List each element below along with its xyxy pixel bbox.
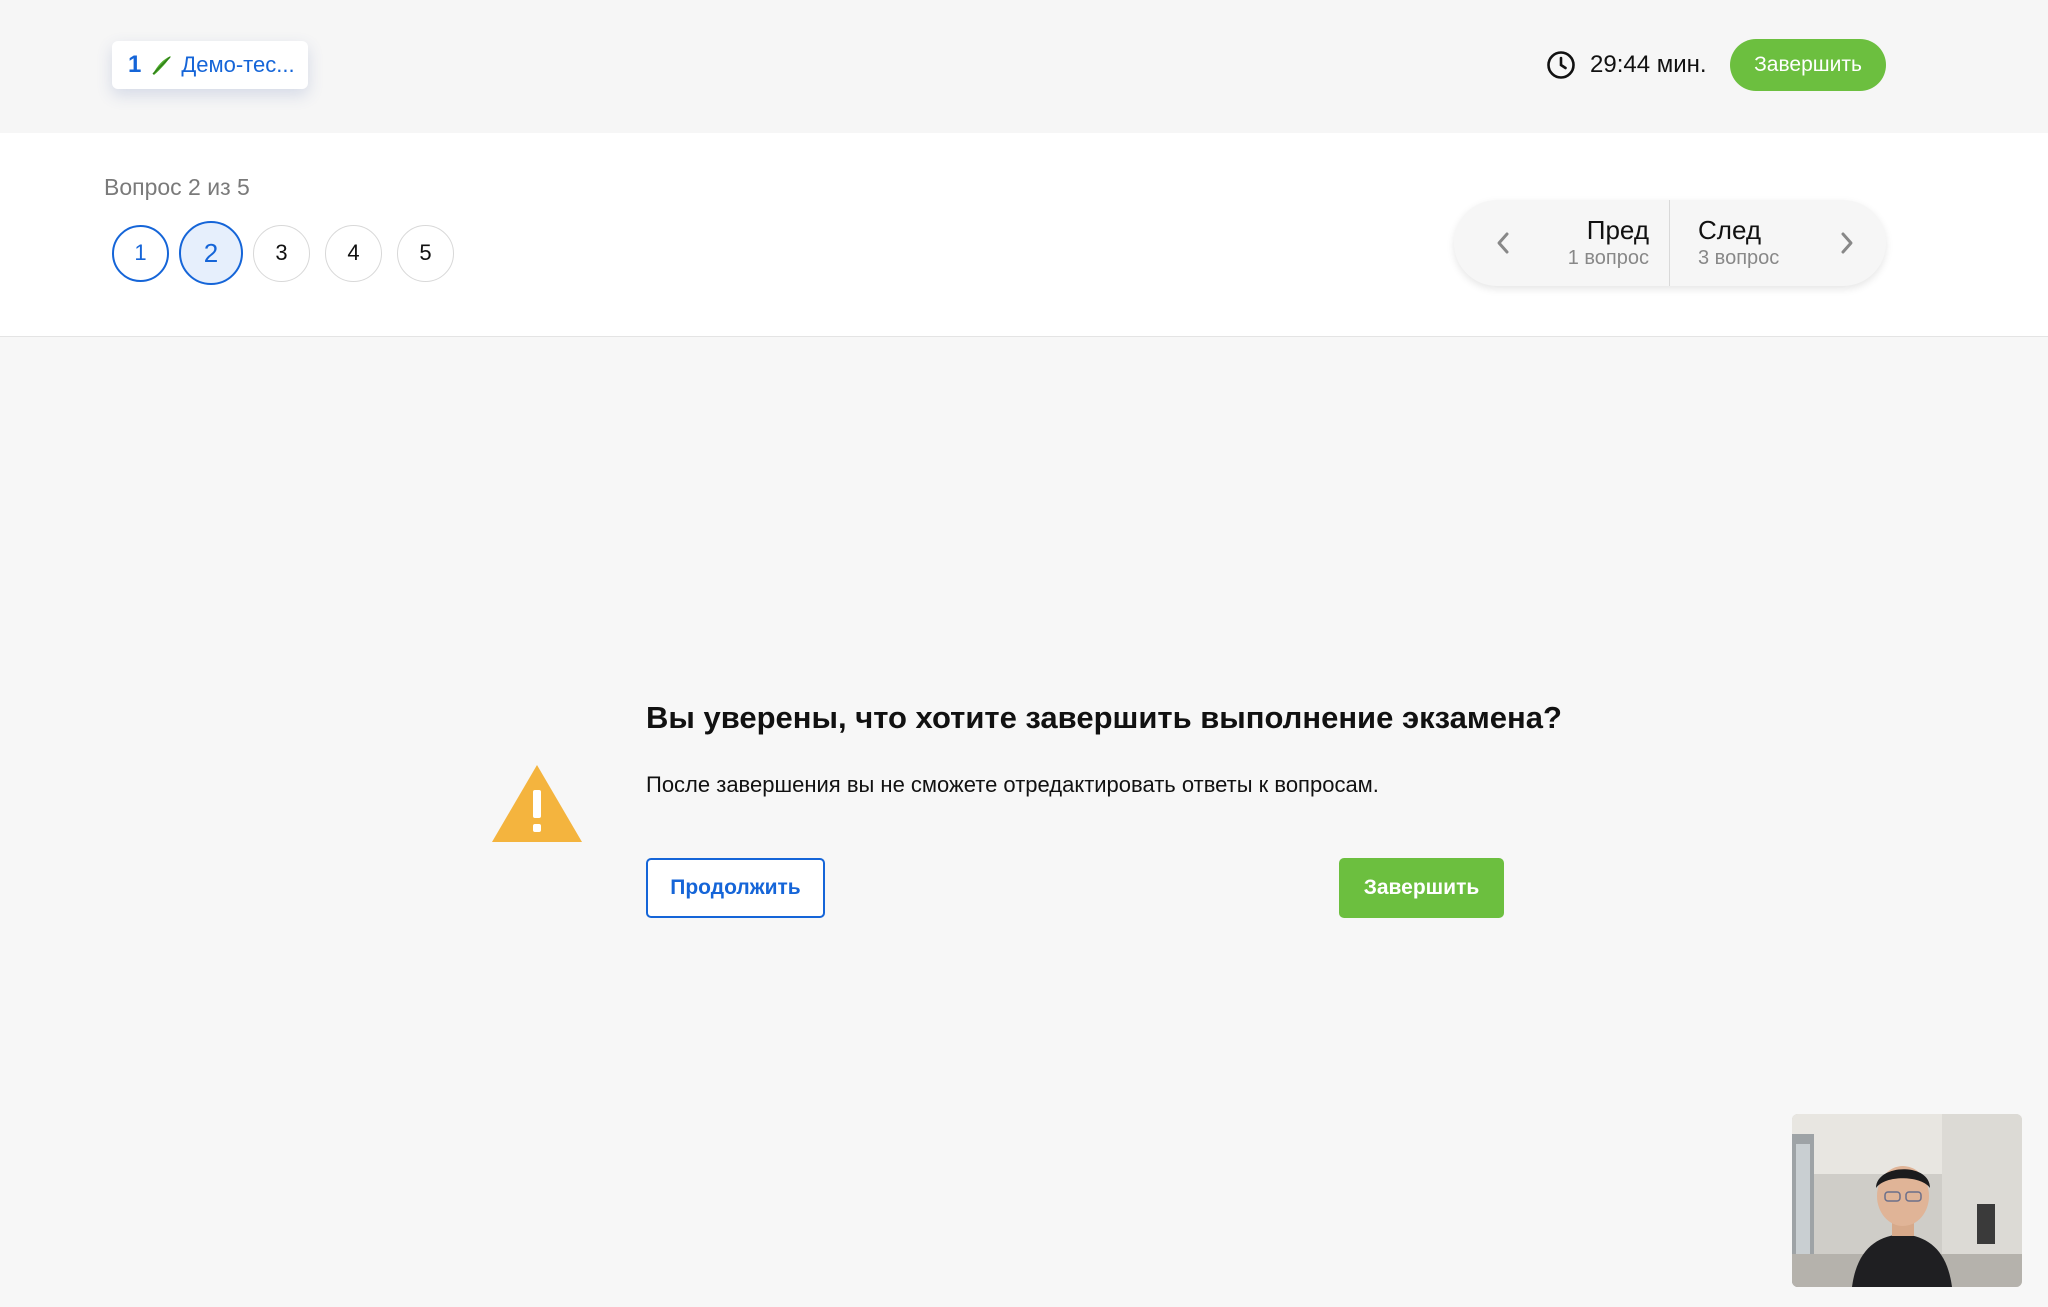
next-sublabel: 3 вопрос [1698, 247, 1780, 269]
continue-button[interactable]: Продолжить [646, 858, 825, 918]
exam-tab-title: Демо-тес... [181, 52, 295, 77]
prev-label: Пред [1586, 215, 1649, 245]
finish-button-top[interactable]: Завершить [1730, 39, 1886, 91]
next-question-button[interactable]: След 3 вопрос [1670, 200, 1886, 286]
leaf-icon [151, 54, 173, 76]
top-bar: 1 Демо-тес... 29:44 мин. Завершить [0, 0, 2048, 133]
question-button-4[interactable]: 4 [325, 224, 382, 282]
confirm-text: После завершения вы не сможете отредакти… [646, 772, 1379, 797]
timer-value: 29:44 мин. [1590, 51, 1707, 78]
chevron-right-icon [1841, 232, 1853, 254]
finish-confirmation: Вы уверены, что хотите завершить выполне… [490, 700, 1562, 940]
question-list: 1 2 3 4 5 [112, 221, 469, 285]
question-button-5[interactable]: 5 [397, 224, 454, 282]
prev-sublabel: 1 вопрос [1567, 247, 1649, 269]
exam-tab[interactable]: 1 Демо-тес... [112, 41, 308, 89]
confirm-finish-button[interactable]: Завершить [1339, 858, 1504, 918]
question-button-1[interactable]: 1 [112, 224, 169, 282]
confirm-title: Вы уверены, что хотите завершить выполне… [646, 700, 1562, 735]
chevron-left-icon [1497, 232, 1509, 254]
question-pager: Пред 1 вопрос След 3 вопрос [1454, 200, 1886, 286]
question-counter: Вопрос 2 из 5 [104, 174, 250, 200]
warning-triangle-icon [492, 765, 582, 842]
question-button-2[interactable]: 2 [179, 221, 243, 285]
webcam-preview [1792, 1114, 2022, 1287]
prev-question-button[interactable]: Пред 1 вопрос [1454, 200, 1670, 286]
next-label: След [1698, 215, 1762, 245]
question-navigation: Вопрос 2 из 5 1 2 3 4 5 Пред 1 вопрос Сл… [0, 133, 2048, 337]
timer: 29:44 мин. [1546, 46, 1707, 84]
exam-tab-number: 1 [128, 51, 142, 78]
clock-icon [1547, 51, 1575, 79]
question-button-3[interactable]: 3 [253, 224, 310, 282]
